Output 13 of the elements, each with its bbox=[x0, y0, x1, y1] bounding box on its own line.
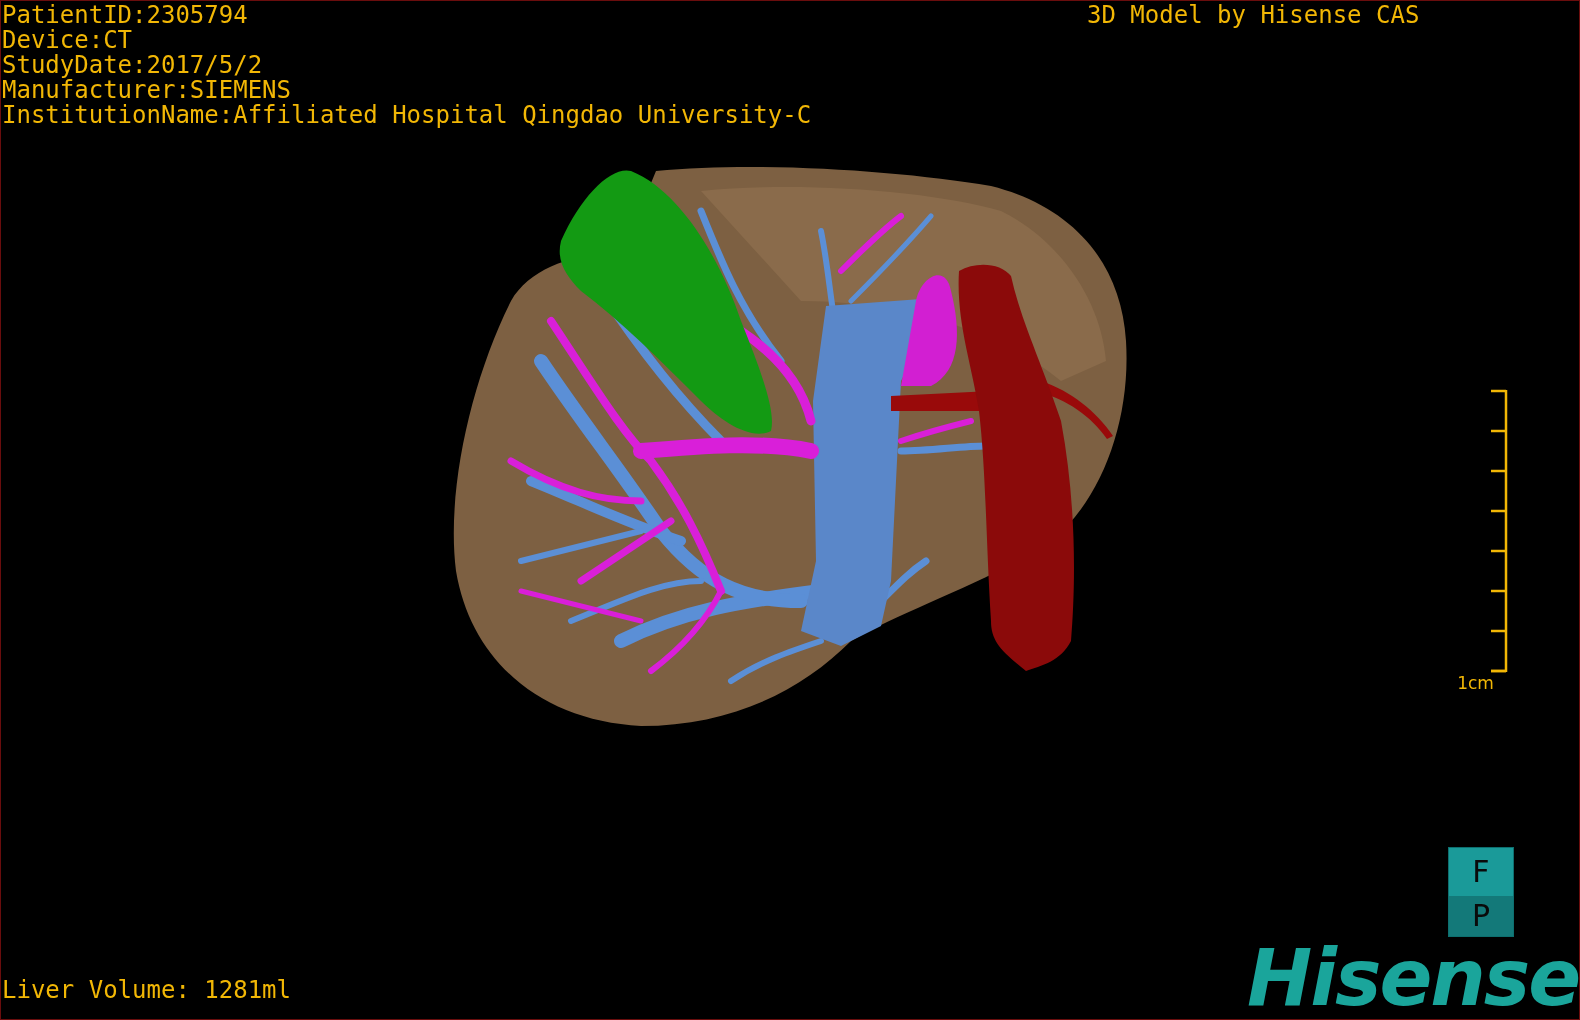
model-title: 3D Model by Hisense CAS bbox=[1087, 3, 1420, 28]
scale-bar-icon bbox=[1491, 389, 1508, 673]
study-info-text: PatientID:2305794 bbox=[2, 3, 249, 28]
study-info-text: StudyDate:2017/5/2 bbox=[2, 53, 263, 78]
orientation-cube[interactable]: F P bbox=[1449, 848, 1513, 936]
cube-face-label: P bbox=[1449, 896, 1513, 936]
cube-face-label: F bbox=[1449, 848, 1513, 896]
study-info-text: InstitutionName:Affiliated Hospital Qingdao University-C bbox=[2, 103, 812, 128]
study-info-text: Manufacturer:SIEMENS bbox=[2, 78, 292, 103]
liver-volume-text: Liver Volume: 1281ml bbox=[2, 978, 291, 1003]
brand-logo: Hisense bbox=[1247, 943, 1579, 1013]
scale-bar-label: 1cm bbox=[1457, 673, 1494, 693]
study-info-text: Device:CT bbox=[2, 28, 134, 53]
